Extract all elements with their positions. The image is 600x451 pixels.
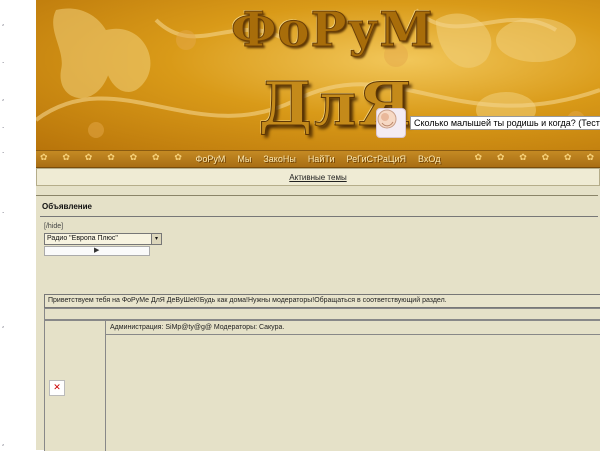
baby-icon bbox=[376, 108, 406, 138]
gutter-mark: · bbox=[2, 209, 5, 217]
active-topics-link[interactable]: Активные темы bbox=[289, 173, 346, 182]
quiz-widget[interactable]: Сколько малышей ты родишь и когда? (Тест… bbox=[376, 108, 600, 138]
gutter-mark: · bbox=[2, 59, 5, 67]
administration-row: Администрация: SiMp@ty@g@ Модераторы: Са… bbox=[106, 321, 600, 335]
nav-item-about[interactable]: Мы bbox=[237, 154, 251, 164]
main-nav: ✿ ✿ ✿ ✿ ✿ ✿ ✿ ФоРуМ Мы ЗакоНы НайТи РеГи… bbox=[36, 150, 600, 168]
left-gutter: , · , · · · , , bbox=[0, 0, 36, 450]
nav-item-forum[interactable]: ФоРуМ bbox=[196, 154, 226, 164]
play-icon[interactable]: ▶ bbox=[94, 246, 99, 254]
gutter-mark: , bbox=[2, 321, 5, 329]
radio-station-select[interactable]: Радио "Европа Плюс" ▾ bbox=[44, 233, 162, 245]
broken-image-icon: ✕ bbox=[49, 380, 65, 396]
nav-ornament-right: ✿ ✿ ✿ ✿ ✿ ✿ bbox=[474, 153, 600, 163]
chevron-down-icon[interactable]: ▾ bbox=[151, 234, 161, 244]
info-table: ✕ Администрация: SiMp@ty@g@ Модераторы: … bbox=[44, 320, 600, 451]
nav-ornament-left: ✿ ✿ ✿ ✿ ✿ ✿ ✿ bbox=[40, 153, 188, 163]
gutter-mark: · bbox=[2, 149, 5, 157]
announcement-panel: Объявление [/hide] Радио "Европа Плюс" ▾… bbox=[36, 195, 598, 296]
info-table-left-cell: ✕ bbox=[45, 321, 106, 451]
active-topics-bar: Активные темы bbox=[36, 168, 600, 186]
gutter-mark: · bbox=[2, 124, 5, 132]
hide-tag-text: [/hide] bbox=[44, 223, 64, 230]
forum-page: ФоРуМ ДлЯ ДевуШеК Сколько малышей ты род… bbox=[36, 0, 600, 451]
spacer-row bbox=[44, 308, 600, 320]
audio-player[interactable]: ▶ bbox=[44, 246, 150, 256]
nav-item-login[interactable]: ВхОд bbox=[418, 154, 440, 164]
welcome-message: Приветствуем тебя на ФоРуМе ДлЯ ДеВуШеК!… bbox=[44, 294, 600, 308]
radio-station-value: Радио "Европа Плюс" bbox=[47, 235, 118, 242]
banner-title-line1: ФоРуМ bbox=[231, 2, 434, 59]
nav-item-rules[interactable]: ЗакоНы bbox=[263, 154, 295, 164]
announcement-title: Объявление bbox=[42, 202, 92, 211]
gutter-mark: , bbox=[2, 19, 5, 27]
gutter-mark: , bbox=[2, 439, 5, 447]
announcement-divider bbox=[40, 216, 598, 217]
nav-item-search[interactable]: НайТи bbox=[308, 154, 335, 164]
gutter-mark: , bbox=[2, 94, 5, 102]
quiz-link[interactable]: Сколько малышей ты родишь и когда? (Тест… bbox=[410, 116, 600, 130]
forum-banner: ФоРуМ ДлЯ ДевуШеК Сколько малышей ты род… bbox=[36, 0, 600, 150]
nav-item-register[interactable]: РеГиСтРаЦиЯ bbox=[346, 154, 406, 164]
